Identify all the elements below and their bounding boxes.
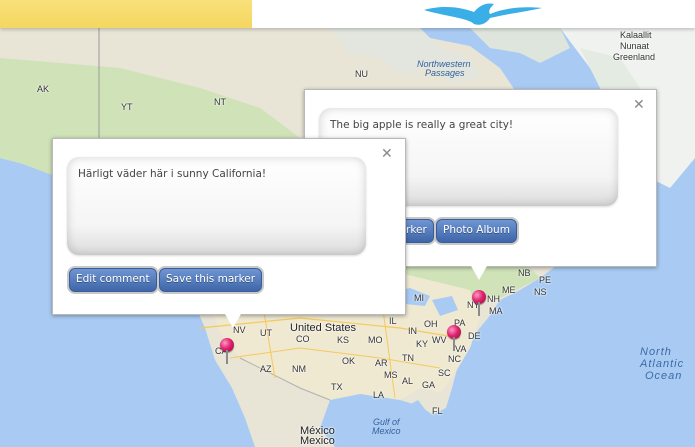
map-label-in: IN [408, 326, 417, 336]
marker-pin-washington[interactable] [446, 325, 462, 351]
map-label-ok: OK [342, 356, 356, 366]
map-label-united-states: United States [290, 322, 357, 334]
map-label-ar: AR [375, 358, 388, 368]
edit-comment-button[interactable]: Edit comment [69, 268, 157, 292]
map-label-gulf-2: Mexico [372, 426, 401, 436]
comment-text: Härligt väder här i sunny California! [78, 168, 267, 180]
close-icon[interactable]: ✕ [381, 147, 393, 161]
map-label-mexico-2: Mexico [300, 435, 335, 447]
map-label-nb: NB [518, 268, 531, 278]
comment-bubble[interactable]: Härligt väder här i sunny California! [67, 157, 366, 255]
map-label-tx: TX [331, 382, 343, 392]
map-label-ns: NS [534, 287, 547, 297]
map-label-fl: FL [432, 406, 443, 416]
photo-album-button[interactable]: Photo Album [436, 219, 517, 243]
map-label-ut: UT [260, 328, 272, 338]
map-label-north-atlantic-1: North [640, 346, 672, 358]
map-label-pe: PE [539, 275, 552, 285]
map-label-nu: NU [355, 69, 368, 79]
map-label-nc: NC [448, 354, 461, 364]
save-marker-button[interactable]: Save this marker [159, 268, 263, 292]
map-label-ms: MS [384, 370, 398, 380]
map-label-co: CO [296, 334, 310, 344]
bird-logo-icon [424, 3, 542, 25]
comment-text: The big apple is really a great city! [330, 119, 514, 131]
info-window-california: ✕ Härligt väder här i sunny California! … [52, 138, 406, 328]
map-label-tn: TN [402, 353, 414, 363]
map-label-az: AZ [260, 364, 272, 374]
map-label-al: AL [402, 376, 414, 386]
marker-pin-new-york[interactable] [471, 290, 487, 316]
map-label-mi: MI [414, 293, 424, 303]
map-label-greenland-3: Greenland [613, 52, 656, 62]
map-label-ky: KY [416, 339, 429, 349]
close-icon[interactable]: ✕ [633, 98, 645, 112]
top-bar [0, 0, 695, 28]
map-label-sc: SC [438, 368, 451, 378]
map-label-ks: KS [337, 335, 350, 345]
map-label-nm: NM [292, 364, 306, 374]
marker-pin-california[interactable] [219, 338, 235, 364]
map-label-yt: YT [121, 102, 133, 112]
map-label-la: LA [373, 390, 385, 400]
map-label-north-atlantic-2: Atlantic [640, 358, 685, 370]
map-label-greenland-1: Kalaallit [620, 30, 652, 40]
map-label-wv: WV [432, 335, 447, 345]
map-label-oh: OH [424, 319, 438, 329]
map-label-ma: MA [489, 306, 503, 316]
map-label-nt: NT [214, 97, 226, 107]
header-yellow-panel [0, 0, 252, 28]
map-label-me: ME [502, 285, 516, 295]
map-label-mo: MO [368, 335, 383, 345]
map-label-ak: AK [37, 84, 50, 94]
map-label-north-atlantic-3: Ocean [645, 370, 683, 382]
map-label-greenland-2: Nunaat [620, 41, 650, 51]
map-label-northwest-passages-2: Passages [425, 68, 465, 78]
map-label-il: IL [389, 316, 397, 326]
map-label-ga: GA [422, 380, 436, 390]
map-label-nh: NH [487, 294, 500, 304]
map-label-de: DE [468, 331, 481, 341]
